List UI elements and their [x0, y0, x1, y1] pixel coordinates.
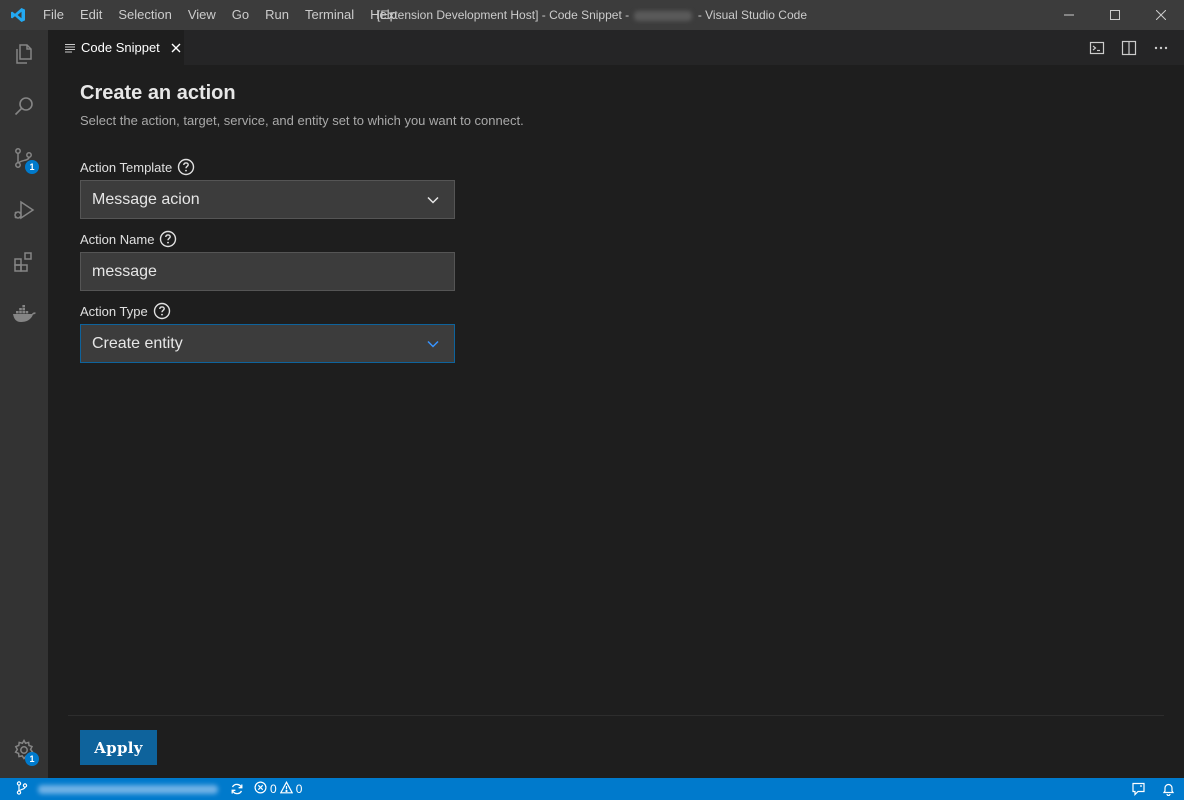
maximize-icon[interactable] — [1092, 0, 1138, 30]
warning-count: 0 — [295, 782, 303, 796]
status-bar: 0 0 — [0, 778, 1184, 800]
action-name-label-text: Action Name — [80, 231, 155, 247]
action-name-label: Action Name — [80, 230, 177, 248]
error-icon — [254, 781, 267, 797]
menu-run[interactable]: Run — [257, 0, 297, 30]
help-icon[interactable] — [177, 158, 195, 176]
chevron-down-icon — [426, 337, 440, 351]
apply-button[interactable]: Apply — [80, 730, 157, 765]
window-controls — [1046, 0, 1184, 30]
action-type-label-text: Action Type — [80, 303, 148, 319]
docker-icon[interactable] — [0, 290, 48, 338]
editor-actions — [1086, 30, 1172, 65]
more-actions-icon[interactable] — [1150, 37, 1172, 59]
open-preview-source-icon[interactable] — [1086, 37, 1108, 59]
explorer-icon[interactable] — [0, 30, 48, 78]
menu-edit[interactable]: Edit — [72, 0, 110, 30]
git-branch-icon — [16, 780, 28, 798]
redacted-branch-name — [38, 784, 218, 794]
page-title: Create an action — [80, 82, 236, 104]
menu-help[interactable]: Help — [362, 0, 405, 30]
problems-status[interactable]: 0 0 — [254, 778, 302, 800]
menu-view[interactable]: View — [180, 0, 224, 30]
manage-gear-icon[interactable]: 1 — [0, 726, 48, 774]
menu-file[interactable]: File — [35, 0, 72, 30]
branch-status[interactable] — [0, 778, 218, 800]
action-type-value: Create entity — [92, 334, 183, 352]
split-editor-icon[interactable] — [1118, 37, 1140, 59]
source-control-badge: 1 — [25, 160, 39, 174]
activity-bar: 1 1 — [0, 30, 48, 778]
window-title-suffix: - Visual Studio Code — [697, 8, 807, 22]
help-icon[interactable] — [153, 302, 171, 320]
menu-selection[interactable]: Selection — [110, 0, 179, 30]
redacted-project-name — [634, 10, 693, 21]
close-window-icon[interactable] — [1138, 0, 1184, 30]
vscode-logo-icon — [0, 0, 35, 30]
action-template-label: Action Template — [80, 158, 195, 176]
window-title-prefix: [Extension Development Host] - Code Snip… — [376, 8, 630, 22]
source-control-icon[interactable]: 1 — [0, 134, 48, 182]
close-icon[interactable] — [168, 40, 184, 56]
footer-divider — [68, 715, 1164, 716]
action-name-value: message — [92, 262, 157, 280]
warning-icon — [279, 780, 293, 797]
action-template-dropdown[interactable]: Message acion — [80, 180, 455, 219]
manage-badge: 1 — [25, 752, 39, 766]
action-template-value: Message acion — [92, 190, 200, 208]
help-icon[interactable] — [159, 230, 177, 248]
tab-label: Code Snippet — [81, 40, 160, 55]
feedback-icon[interactable] — [1124, 778, 1152, 800]
webview-content: Create an action Select the action, targ… — [48, 65, 1184, 778]
menu-go[interactable]: Go — [224, 0, 257, 30]
action-type-dropdown[interactable]: Create entity — [80, 324, 455, 363]
bell-icon[interactable] — [1152, 778, 1184, 800]
page-subtitle: Select the action, target, service, and … — [80, 113, 524, 128]
action-name-input[interactable]: message — [80, 252, 455, 291]
search-icon[interactable] — [0, 82, 48, 130]
menu-terminal[interactable]: Terminal — [297, 0, 362, 30]
action-template-label-text: Action Template — [80, 159, 173, 175]
chevron-down-icon — [426, 193, 440, 207]
preview-lines-icon — [65, 38, 75, 57]
action-type-label: Action Type — [80, 302, 171, 320]
tab-code-snippet[interactable]: Code Snippet — [48, 30, 184, 65]
extensions-icon[interactable] — [0, 238, 48, 286]
error-count: 0 — [270, 782, 277, 796]
status-bar-right — [1124, 778, 1184, 800]
menu-bar: File Edit Selection View Go Run Terminal… — [35, 0, 405, 30]
run-debug-icon[interactable] — [0, 186, 48, 234]
sync-icon[interactable] — [230, 778, 244, 800]
minimize-icon[interactable] — [1046, 0, 1092, 30]
editor-tab-bar: Code Snippet — [48, 30, 1184, 65]
title-bar: File Edit Selection View Go Run Terminal… — [0, 0, 1184, 30]
